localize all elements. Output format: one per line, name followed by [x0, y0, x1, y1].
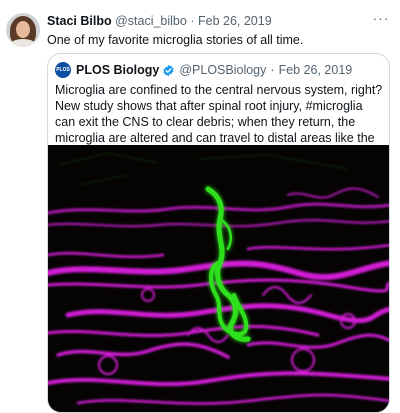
tweet[interactable]: Staci Bilbo @staci_bilbo · Feb 26, 2019 …: [0, 0, 400, 413]
avatar-face: [16, 21, 30, 38]
more-options-icon[interactable]: ···: [370, 11, 392, 27]
verified-badge-icon: [163, 64, 174, 76]
author-name[interactable]: Staci Bilbo: [47, 14, 112, 28]
avatar-shirt: [10, 39, 36, 47]
quoted-tweet-date[interactable]: Feb 26, 2019: [279, 63, 353, 77]
tweet-date[interactable]: Feb 26, 2019: [198, 14, 272, 28]
separator: ·: [190, 14, 195, 28]
tweet-header: Staci Bilbo @staci_bilbo · Feb 26, 2019: [47, 14, 272, 28]
author-avatar[interactable]: [6, 13, 40, 47]
quoted-author-name[interactable]: PLOS Biology: [76, 63, 159, 77]
tweet-text: One of my favorite microglia stories of …: [47, 33, 304, 47]
quoted-tweet[interactable]: PLOS PLOS Biology @PLOSBiology · Feb 26,…: [47, 53, 390, 413]
microscopy-image[interactable]: [48, 145, 389, 412]
quoted-tweet-header: PLOS PLOS Biology @PLOSBiology · Feb 26,…: [55, 62, 352, 78]
quoted-author-avatar[interactable]: PLOS: [55, 62, 71, 78]
microscopy-image-icon: [48, 145, 389, 412]
quoted-author-handle[interactable]: @PLOSBiology: [179, 63, 266, 77]
author-handle[interactable]: @staci_bilbo: [115, 14, 187, 28]
quoted-separator: ·: [270, 63, 275, 77]
